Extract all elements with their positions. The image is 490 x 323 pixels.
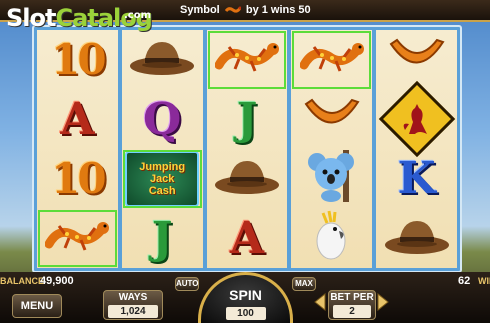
symbol-ten: 10 <box>51 154 106 204</box>
symbol-a: A <box>229 212 265 264</box>
ways-label: WAYS <box>118 292 148 303</box>
reel-3-cell-2: J <box>207 90 288 150</box>
bet-per-selector[interactable]: BET PER 2 <box>328 290 376 320</box>
reel-1-cell-3: 10 <box>37 149 118 209</box>
bet-decrease-arrow-icon[interactable] <box>313 292 327 312</box>
reel-4 <box>291 30 373 269</box>
reel-4-cell-3 <box>291 149 372 209</box>
reel-2: Q Jumping Jack Cash J <box>121 30 203 269</box>
reel-4-cell-2 <box>291 90 372 150</box>
bonus-text-3: Cash <box>148 184 176 197</box>
spin-bet-value: 100 <box>225 307 266 320</box>
reel-5-cell-4 <box>376 209 457 269</box>
win-value: 62 <box>458 275 471 287</box>
win-label: WIN <box>478 276 490 286</box>
bet-per-value: 2 <box>333 305 371 318</box>
reel-1-cell-1: 10 <box>37 30 118 90</box>
hat-icon <box>383 215 451 262</box>
balance-label: BALANCE <box>0 276 44 286</box>
hat-icon <box>213 155 281 202</box>
lizard-icon <box>224 5 242 15</box>
boomerang-icon <box>387 36 447 83</box>
reel-2-cell-3: Jumping Jack Cash <box>122 149 203 209</box>
reel-2-cell-2: Q <box>122 90 203 150</box>
kangaroo-sign-icon <box>378 81 455 158</box>
reel-5-cell-3: K <box>376 149 457 209</box>
max-button[interactable]: MAX <box>292 277 316 291</box>
symbol-q: Q <box>143 93 182 145</box>
lizard-icon <box>299 37 364 82</box>
reel-3: JA <box>206 30 288 269</box>
bonus-symbol: Jumping Jack Cash <box>125 150 200 207</box>
koala-icon <box>305 150 359 207</box>
bet-per-label: BET PER <box>330 292 374 303</box>
lizard-icon <box>44 216 110 261</box>
symbol-ten: 10 <box>51 35 106 85</box>
reel-3-cell-4: A <box>207 209 288 269</box>
hat-icon <box>128 36 196 83</box>
reel-1-cell-2: A <box>37 90 118 150</box>
balance-value: 49,900 <box>40 275 74 287</box>
reel-1-cell-4 <box>37 209 118 269</box>
reel-2-cell-1 <box>122 30 203 90</box>
ways-value: 1,024 <box>108 305 158 318</box>
reel-4-cell-4 <box>291 209 372 269</box>
symbol-a: A <box>60 93 95 145</box>
auto-button[interactable]: AUTO <box>175 277 199 291</box>
boomerang-icon <box>302 96 362 143</box>
reel-3-cell-1 <box>207 30 288 90</box>
symbol-k: K <box>397 153 436 205</box>
reel-3-cell-3 <box>207 149 288 209</box>
ways-selector[interactable]: WAYS 1,024 <box>103 290 163 320</box>
spin-label: SPIN <box>229 287 262 303</box>
bet-increase-arrow-icon[interactable] <box>376 292 390 312</box>
bonus-text-2: Jack <box>149 172 175 185</box>
symbol-j: J <box>236 93 258 145</box>
reel-1: 10 A 10 <box>37 30 118 268</box>
reel-5: K <box>376 30 457 268</box>
reel-5-cell-2 <box>376 81 457 158</box>
reel-2-cell-4: J <box>122 209 203 269</box>
lizard-icon <box>214 37 279 82</box>
reel-4-cell-1 <box>291 30 372 90</box>
win-message: Symbol by 1 wins 50 <box>180 4 311 16</box>
cockatoo-icon <box>309 209 355 268</box>
slotcatalog-watermark: SlotCatalog .com <box>6 4 153 32</box>
bonus-text-1: Jumping <box>139 160 186 173</box>
symbol-j: J <box>151 212 173 264</box>
menu-button[interactable]: MENU <box>12 294 62 318</box>
reels-area: 10 A 10 Q Jumping Jack Cash J J A K <box>32 25 462 273</box>
